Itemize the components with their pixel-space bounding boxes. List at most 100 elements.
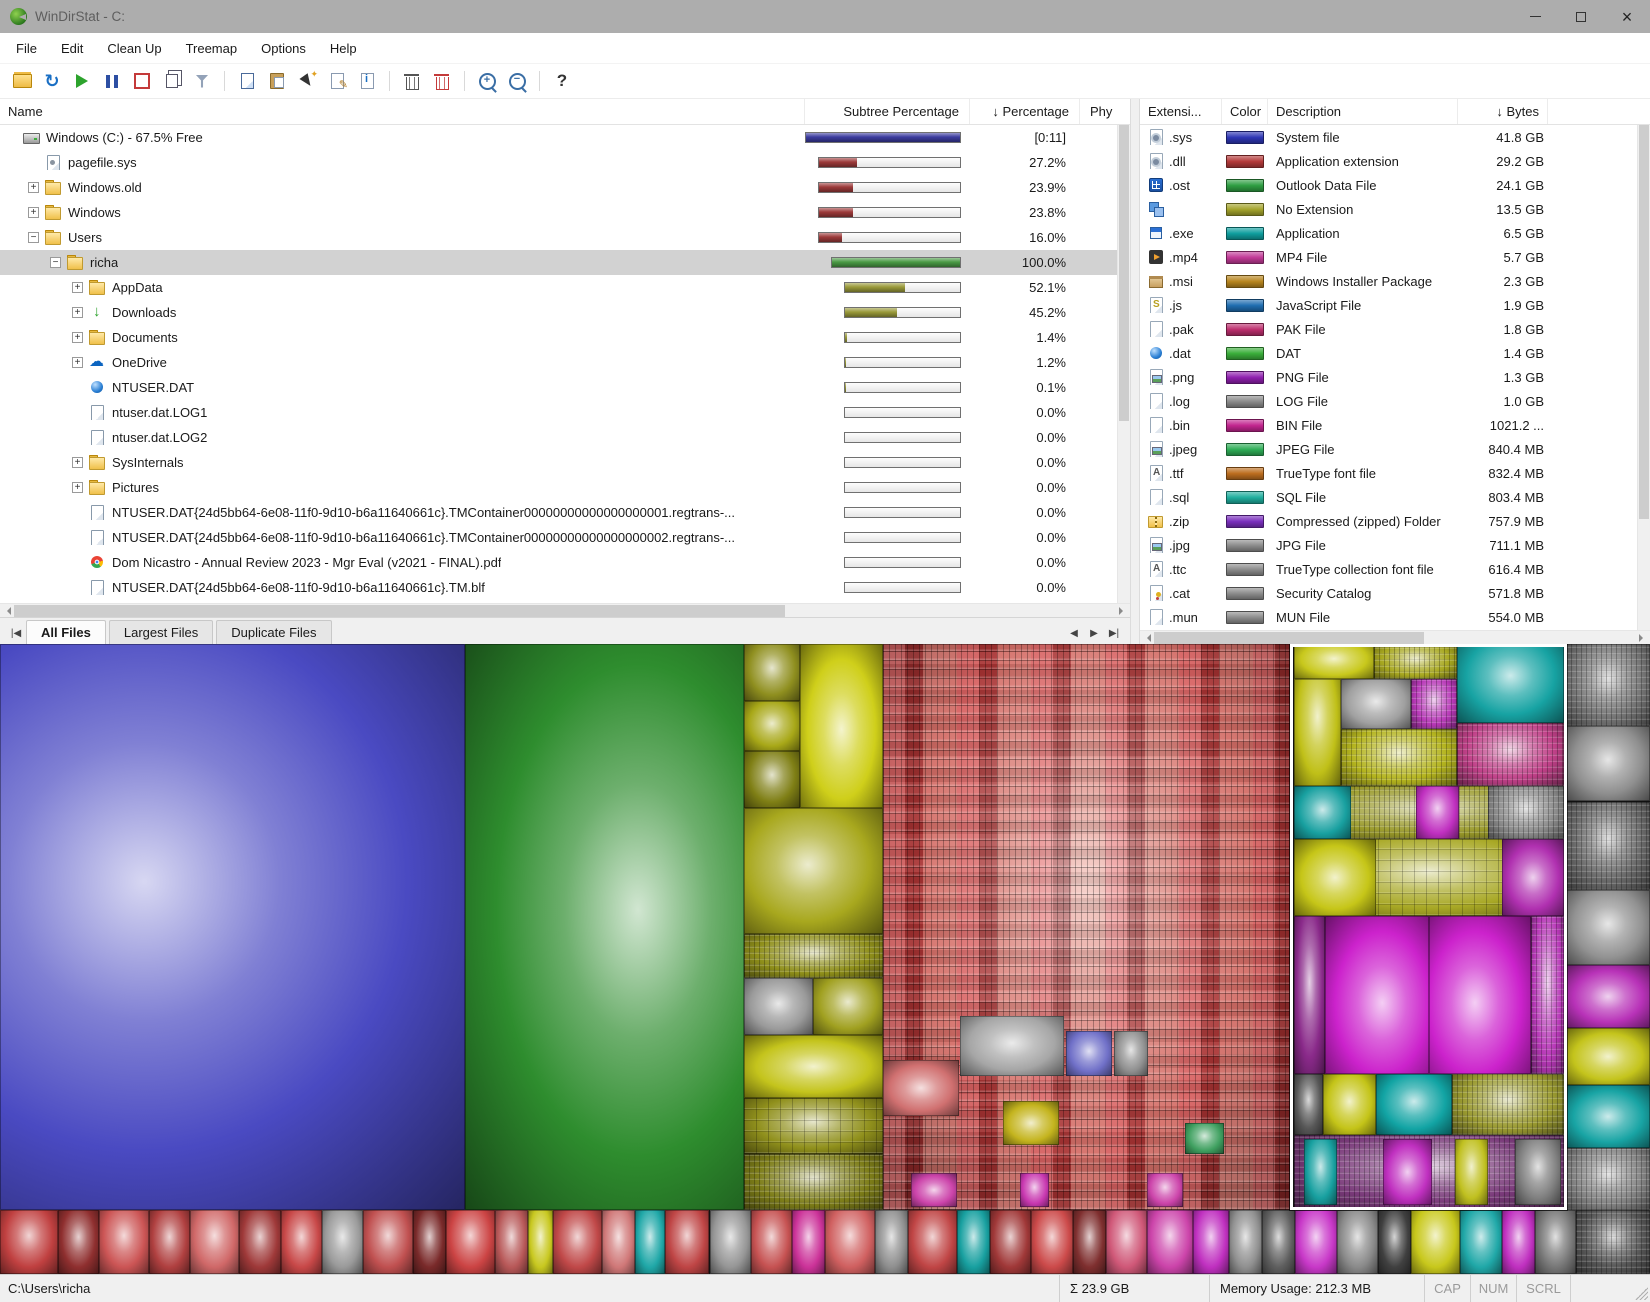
extension-row[interactable]: .msiWindows Installer Package2.3 GB — [1140, 269, 1650, 293]
treemap-tile[interactable] — [744, 1035, 883, 1098]
tree-row[interactable]: ntuser.dat.LOG10.0% — [0, 400, 1130, 425]
extension-row[interactable]: .ttfTrueType font file832.4 MB — [1140, 461, 1650, 485]
treemap-tile[interactable] — [744, 808, 883, 934]
treemap-tile[interactable] — [744, 644, 800, 701]
copy-item-icon[interactable] — [160, 69, 184, 93]
menu-edit[interactable]: Edit — [49, 36, 95, 61]
extension-row[interactable]: No Extension13.5 GB — [1140, 197, 1650, 221]
treemap-tile[interactable] — [1229, 1210, 1262, 1274]
treemap-tile[interactable] — [635, 1210, 665, 1274]
menu-file[interactable]: File — [4, 36, 49, 61]
extension-row[interactable]: .dllApplication extension29.2 GB — [1140, 149, 1650, 173]
extension-row[interactable]: .binBIN File1021.2 ... — [1140, 413, 1650, 437]
treemap-tile[interactable] — [990, 1210, 1031, 1274]
treemap-tile[interactable] — [58, 1210, 99, 1274]
treemap-tile[interactable] — [744, 978, 813, 1035]
treemap-tile[interactable] — [1337, 1210, 1378, 1274]
extension-row[interactable]: .jpgJPG File711.1 MB — [1140, 533, 1650, 557]
ext-column-header-bytes[interactable]: ↓ Bytes — [1458, 99, 1548, 124]
treemap-tile[interactable] — [825, 1210, 875, 1274]
treemap-tile[interactable] — [665, 1210, 710, 1274]
treemap-tile[interactable] — [190, 1210, 240, 1274]
last-tab-button[interactable]: ▶| — [1104, 628, 1124, 644]
collapse-icon[interactable]: − — [50, 257, 61, 268]
file-info-icon[interactable] — [355, 69, 379, 93]
treemap-tile[interactable] — [710, 1210, 751, 1274]
expand-icon[interactable]: + — [72, 307, 83, 318]
tab-duplicate-files[interactable]: Duplicate Files — [216, 620, 331, 644]
tree-row[interactable]: Windows (C:) - 67.5% Free[0:11] — [0, 125, 1130, 150]
selected-item-frame[interactable] — [1290, 644, 1567, 1210]
extension-row[interactable]: .pngPNG File1.3 GB — [1140, 365, 1650, 389]
menu-help[interactable]: Help — [318, 36, 369, 61]
ext-hscroll-track[interactable] — [1154, 631, 1636, 645]
treemap-tile[interactable] — [149, 1210, 190, 1274]
treemap-tile[interactable] — [1576, 1210, 1650, 1274]
tree-hscroll-thumb[interactable] — [14, 605, 785, 617]
tab-all-files[interactable]: All Files — [26, 620, 106, 644]
first-tab-button[interactable]: |◀ — [6, 628, 26, 644]
extension-row[interactable]: .sqlSQL File803.4 MB — [1140, 485, 1650, 509]
tree-row[interactable]: NTUSER.DAT0.1% — [0, 375, 1130, 400]
delete-icon[interactable] — [400, 69, 424, 93]
open-folder-icon[interactable] — [10, 69, 34, 93]
ext-column-header-extensi[interactable]: Extensi... — [1140, 99, 1222, 124]
close-button[interactable]: × — [1604, 0, 1650, 33]
treemap-tile[interactable] — [1566, 1085, 1650, 1148]
tree-row[interactable]: +Pictures0.0% — [0, 475, 1130, 500]
panel-splitter[interactable] — [1130, 99, 1140, 644]
treemap-tile[interactable] — [744, 701, 800, 751]
treemap-tile[interactable] — [1262, 1210, 1295, 1274]
extension-row[interactable]: .datDAT1.4 GB — [1140, 341, 1650, 365]
ext-scroll-left-icon[interactable] — [1140, 631, 1154, 645]
ost-green-block[interactable] — [465, 644, 744, 1210]
tree-vertical-scrollbar[interactable] — [1117, 125, 1130, 603]
treemap-tile[interactable] — [1073, 1210, 1106, 1274]
treemap-tile[interactable] — [1378, 1210, 1411, 1274]
treemap-tile[interactable] — [281, 1210, 322, 1274]
treemap-tile[interactable] — [413, 1210, 446, 1274]
menu-treemap[interactable]: Treemap — [174, 36, 250, 61]
tree-row[interactable]: NTUSER.DAT{24d5bb64-6e08-11f0-9d10-b6a11… — [0, 500, 1130, 525]
treemap-tile[interactable] — [0, 1210, 58, 1274]
treemap-tile[interactable] — [1566, 1148, 1650, 1210]
treemap-tile[interactable] — [957, 1210, 990, 1274]
ext-vscroll-thumb[interactable] — [1639, 125, 1649, 519]
column-header-phy[interactable]: Phy — [1080, 99, 1130, 124]
treemap-tile[interactable] — [528, 1210, 553, 1274]
expand-icon[interactable]: + — [72, 282, 83, 293]
ext-column-header-description[interactable]: Description — [1268, 99, 1458, 124]
treemap-tile[interactable] — [1566, 965, 1650, 1028]
dll-red-block[interactable] — [883, 644, 1291, 1210]
previous-tab-button[interactable]: ◀ — [1064, 628, 1084, 644]
tree-row[interactable]: +Windows23.8% — [0, 200, 1130, 225]
treemap-tile[interactable] — [1147, 1173, 1183, 1206]
next-tab-button[interactable]: ▶ — [1084, 628, 1104, 644]
expand-icon[interactable]: + — [72, 332, 83, 343]
extension-row[interactable]: .logLOG File1.0 GB — [1140, 389, 1650, 413]
treemap-tile[interactable] — [322, 1210, 363, 1274]
tree-row[interactable]: +SysInternals0.0% — [0, 450, 1130, 475]
maximize-button[interactable] — [1558, 0, 1604, 33]
treemap-tile[interactable] — [875, 1210, 908, 1274]
tree-row[interactable]: −Users16.0% — [0, 225, 1130, 250]
treemap-tile[interactable] — [1460, 1210, 1501, 1274]
column-header-subtree-percentage[interactable]: Subtree Percentage — [805, 99, 970, 124]
expand-icon[interactable]: + — [72, 482, 83, 493]
pause-icon[interactable] — [100, 69, 124, 93]
tree-row[interactable]: pagefile.sys27.2% — [0, 150, 1130, 175]
extension-vertical-scrollbar[interactable] — [1637, 125, 1650, 630]
extension-row[interactable]: .catSecurity Catalog571.8 MB — [1140, 581, 1650, 605]
tree-row[interactable]: ntuser.dat.LOG20.0% — [0, 425, 1130, 450]
tree-hscroll-track[interactable] — [14, 604, 1116, 618]
extension-row[interactable]: .sysSystem file41.8 GB — [1140, 125, 1650, 149]
extension-row[interactable]: .pakPAK File1.8 GB — [1140, 317, 1650, 341]
tree-row[interactable]: NTUSER.DAT{24d5bb64-6e08-11f0-9d10-b6a11… — [0, 525, 1130, 550]
extension-horizontal-scrollbar[interactable] — [1140, 630, 1650, 644]
treemap-view[interactable] — [0, 644, 1650, 1274]
treemap-tile[interactable] — [744, 1098, 883, 1155]
extension-row[interactable]: .zipCompressed (zipped) Folder757.9 MB — [1140, 509, 1650, 533]
tree-row[interactable]: +Downloads45.2% — [0, 300, 1130, 325]
treemap-tile[interactable] — [1566, 802, 1650, 890]
minimize-button[interactable] — [1512, 0, 1558, 33]
